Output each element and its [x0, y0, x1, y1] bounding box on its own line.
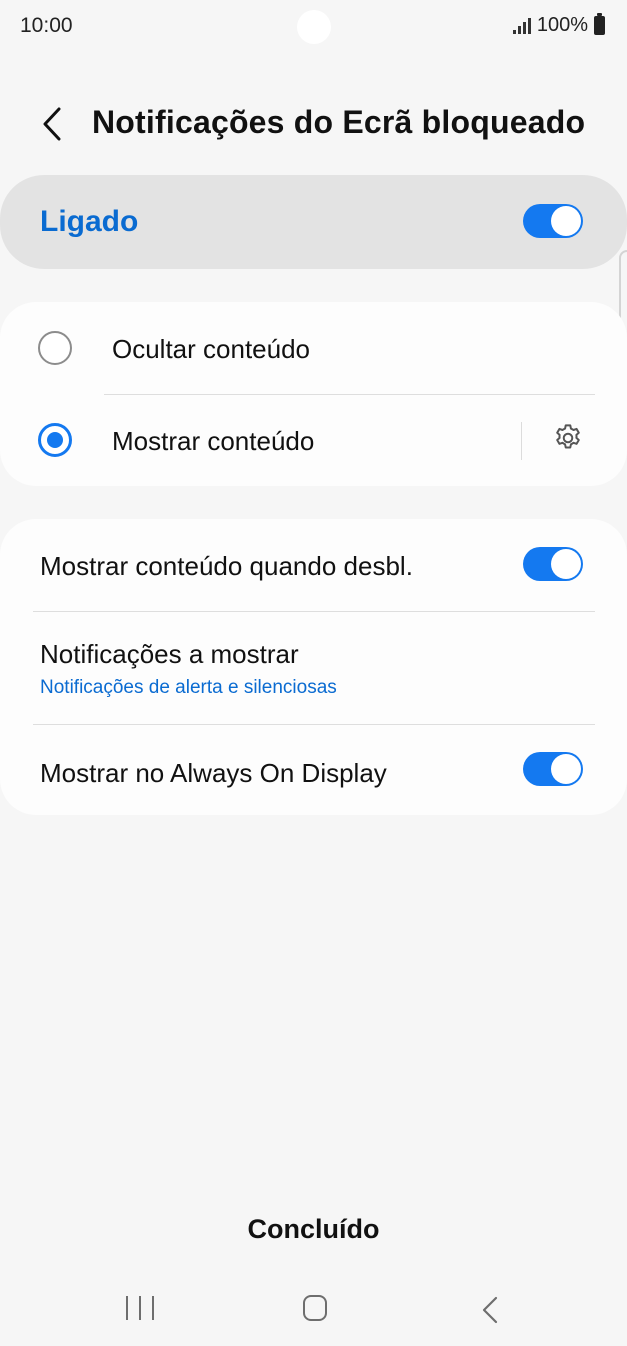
recent-apps-icon[interactable]	[126, 1296, 154, 1324]
battery-percentage: 100%	[536, 14, 588, 36]
content-options-card: Ocultar conteúdo Mostrar conteúdo	[0, 302, 627, 486]
page-title: Notificações do Ecrã bloqueado	[92, 104, 586, 140]
show-when-unlocked-toggle[interactable]	[523, 547, 583, 581]
master-toggle[interactable]	[523, 204, 583, 238]
vertical-divider	[521, 422, 522, 460]
setting-show-when-unlocked[interactable]: Mostrar conteúdo quando desbl.	[0, 519, 627, 611]
back-icon[interactable]	[478, 1294, 502, 1326]
radio-hide-content[interactable]	[38, 331, 72, 365]
screen: 10:00 100% Notificações do Ecrã bloquead…	[0, 0, 627, 1346]
radio-show-content[interactable]	[38, 423, 72, 457]
chevron-left-icon	[43, 107, 61, 141]
option-label: Ocultar conteúdo	[112, 334, 311, 364]
status-icons: 100%	[512, 13, 605, 37]
show-content-settings-button[interactable]	[548, 418, 588, 458]
always-on-display-toggle[interactable]	[523, 752, 583, 786]
status-bar: 10:00 100%	[0, 0, 627, 56]
back-button[interactable]	[36, 104, 68, 144]
option-label: Mostrar conteúdo	[112, 426, 315, 456]
setting-label: Mostrar conteúdo quando desbl.	[40, 551, 413, 581]
setting-label: Notificações a mostrar	[40, 639, 299, 669]
gear-icon	[556, 424, 580, 449]
option-hide-content[interactable]: Ocultar conteúdo	[0, 302, 627, 394]
setting-label: Mostrar no Always On Display	[40, 758, 387, 788]
lockscreen-settings-card: Mostrar conteúdo quando desbl. Notificaç…	[0, 519, 627, 815]
done-button[interactable]: Concluído	[0, 1205, 627, 1253]
home-icon[interactable]	[303, 1295, 327, 1321]
setting-notifications-to-show[interactable]: Notificações a mostrar Notificações de a…	[0, 611, 627, 723]
setting-value: Notificações de alerta e silenciosas	[40, 677, 337, 698]
header: Notificações do Ecrã bloqueado	[0, 96, 627, 156]
setting-always-on-display[interactable]: Mostrar no Always On Display	[0, 724, 627, 815]
signal-icon	[512, 17, 531, 34]
option-show-content[interactable]: Mostrar conteúdo	[0, 394, 627, 486]
status-time: 10:00	[20, 14, 73, 37]
battery-icon	[594, 13, 605, 35]
master-switch-label: Ligado	[40, 205, 139, 238]
camera-cutout	[297, 10, 331, 44]
navigation-bar	[0, 1280, 627, 1340]
master-switch-bar[interactable]: Ligado	[0, 175, 627, 269]
